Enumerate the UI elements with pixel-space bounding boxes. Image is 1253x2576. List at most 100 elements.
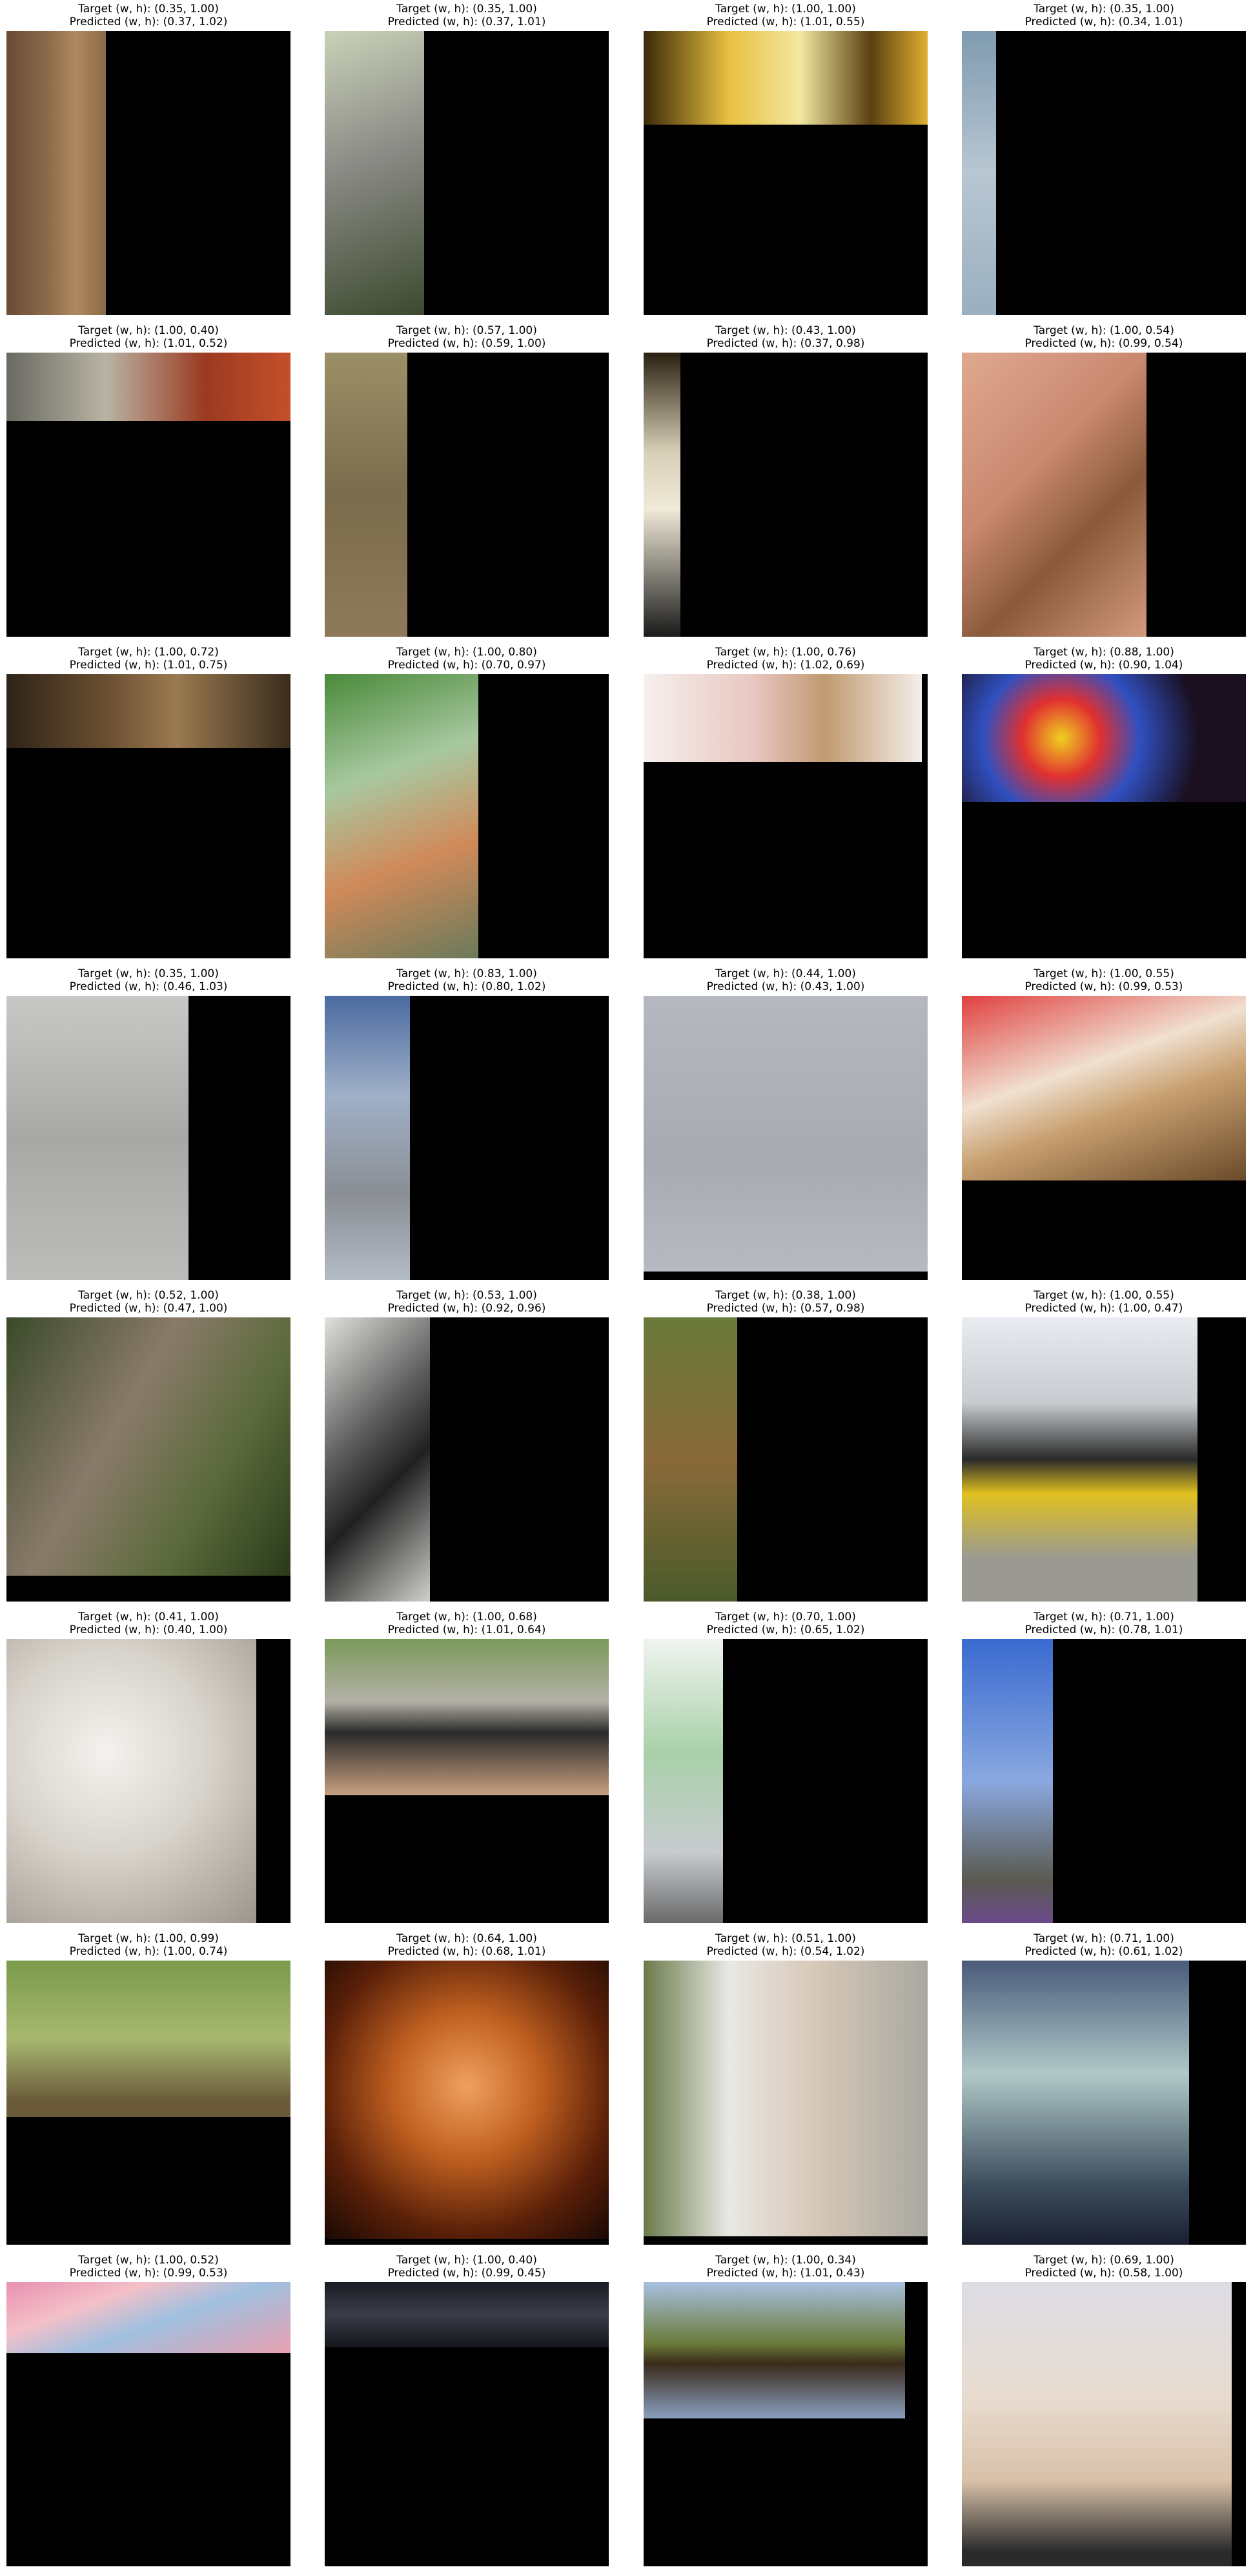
predicted-caption: Predicted (w, h): (0.80, 1.02) — [387, 980, 546, 993]
result-panel: Target (w, h): (1.00, 0.54) Predicted (w,… — [962, 324, 1246, 646]
target-caption: Target (w, h): (0.71, 1.00) — [1034, 1611, 1174, 1623]
target-caption: Target (w, h): (0.57, 1.00) — [396, 324, 537, 337]
strawberry-dessert-image — [962, 996, 1246, 1180]
target-caption: Target (w, h): (0.35, 1.00) — [396, 3, 537, 15]
image-canvas — [325, 353, 609, 637]
image-canvas — [962, 674, 1246, 958]
predicted-caption: Predicted (w, h): (0.40, 1.00) — [69, 1623, 228, 1636]
result-panel: Target (w, h): (1.00, 0.76) Predicted (w,… — [644, 646, 928, 967]
casino-wheel-image — [962, 674, 1246, 802]
result-panel: Target (w, h): (0.53, 1.00) Predicted (w,… — [325, 1289, 609, 1611]
headphones-image — [325, 1317, 430, 1602]
result-panel: Target (w, h): (0.71, 1.00) Predicted (w,… — [962, 1932, 1246, 2254]
image-canvas — [6, 2282, 290, 2566]
dog-and-elder-image — [644, 1961, 928, 2236]
man-with-dog-image — [325, 1639, 609, 1795]
image-canvas — [644, 31, 928, 315]
predicted-caption: Predicted (w, h): (1.02, 0.69) — [706, 659, 865, 672]
result-panel: Target (w, h): (1.00, 0.72) Predicted (w,… — [6, 646, 290, 967]
result-panel: Target (w, h): (0.35, 1.00) Predicted (w,… — [6, 3, 290, 324]
predicted-caption: Predicted (w, h): (0.37, 0.98) — [706, 337, 865, 350]
predicted-caption: Predicted (w, h): (1.00, 0.74) — [69, 1945, 228, 1958]
image-canvas — [325, 996, 609, 1280]
target-caption: Target (w, h): (1.00, 0.68) — [396, 1611, 537, 1623]
image-canvas — [6, 1639, 290, 1923]
result-panel: Target (w, h): (0.70, 1.00) Predicted (w,… — [644, 1611, 928, 1932]
image-canvas — [6, 674, 290, 958]
result-panel: Target (w, h): (1.00, 0.80) Predicted (w,… — [325, 646, 609, 967]
image-canvas — [962, 353, 1246, 637]
image-canvas — [962, 2282, 1246, 2566]
target-caption: Target (w, h): (1.00, 0.80) — [396, 646, 537, 659]
result-panel: Target (w, h): (1.00, 0.55) Predicted (w,… — [962, 967, 1246, 1289]
result-panel: Target (w, h): (0.38, 1.00) Predicted (w,… — [644, 1289, 928, 1611]
dark-structure-image — [325, 2282, 609, 2347]
result-panel: Target (w, h): (1.00, 0.40) Predicted (w,… — [325, 2254, 609, 2575]
predicted-caption: Predicted (w, h): (0.70, 0.97) — [387, 659, 546, 672]
makeup-brush-image — [644, 674, 922, 762]
target-caption: Target (w, h): (1.00, 0.72) — [78, 646, 219, 659]
crested-bird-image — [6, 1961, 290, 2117]
result-panel: Target (w, h): (1.00, 0.34) Predicted (w,… — [644, 2254, 928, 2575]
airplane-tail-image — [962, 31, 996, 315]
target-caption: Target (w, h): (0.70, 1.00) — [715, 1611, 856, 1623]
train-locomotive-image — [962, 1317, 1197, 1602]
predicted-caption: Predicted (w, h): (0.37, 1.02) — [69, 15, 228, 28]
image-canvas — [325, 1317, 609, 1602]
predicted-caption: Predicted (w, h): (0.57, 0.98) — [706, 1302, 865, 1315]
airliner-image — [325, 996, 410, 1280]
predicted-caption: Predicted (w, h): (0.37, 1.01) — [387, 15, 546, 28]
target-caption: Target (w, h): (0.38, 1.00) — [715, 1289, 856, 1302]
predicted-caption: Predicted (w, h): (0.61, 1.02) — [1024, 1945, 1183, 1958]
target-caption: Target (w, h): (1.00, 1.00) — [715, 3, 856, 15]
library-shelves-image — [6, 353, 290, 421]
result-panel: Target (w, h): (0.35, 1.00) Predicted (w,… — [325, 3, 609, 324]
result-panel: Target (w, h): (1.00, 0.52) Predicted (w,… — [6, 2254, 290, 2575]
white-dog-face-image — [6, 1639, 256, 1923]
predicted-caption: Predicted (w, h): (0.43, 1.00) — [706, 980, 865, 993]
image-canvas — [962, 31, 1246, 315]
target-caption: Target (w, h): (1.00, 0.54) — [1034, 324, 1174, 337]
target-caption: Target (w, h): (0.83, 1.00) — [396, 967, 537, 980]
image-canvas — [325, 2282, 609, 2566]
clothes-iron-image — [644, 1639, 723, 1923]
predicted-caption: Predicted (w, h): (1.01, 0.75) — [69, 659, 228, 672]
result-panel: Target (w, h): (0.64, 1.00) Predicted (w,… — [325, 1932, 609, 2254]
predicted-caption: Predicted (w, h): (0.99, 0.54) — [1024, 337, 1183, 350]
image-canvas — [325, 1961, 609, 2245]
image-canvas — [6, 1961, 290, 2245]
image-canvas — [6, 353, 290, 637]
predicted-caption: Predicted (w, h): (0.65, 1.02) — [706, 1623, 865, 1636]
predicted-caption: Predicted (w, h): (1.01, 0.55) — [706, 15, 865, 28]
bird-on-branch-image — [644, 2282, 905, 2418]
result-panel: Target (w, h): (0.35, 1.00) Predicted (w,… — [962, 3, 1246, 324]
poodle-image — [962, 2282, 1232, 2566]
predicted-caption: Predicted (w, h): (1.01, 0.43) — [706, 2267, 865, 2280]
target-caption: Target (w, h): (1.00, 0.52) — [78, 2254, 219, 2267]
target-caption: Target (w, h): (1.00, 0.34) — [715, 2254, 856, 2267]
result-panel: Target (w, h): (1.00, 0.40) Predicted (w,… — [6, 324, 290, 646]
image-canvas — [644, 1317, 928, 1602]
image-canvas — [644, 674, 928, 958]
totem-mask-image — [6, 31, 106, 315]
target-caption: Target (w, h): (0.71, 1.00) — [1034, 1932, 1174, 1945]
image-canvas — [6, 1317, 290, 1602]
predicted-caption: Predicted (w, h): (0.99, 0.45) — [387, 2267, 546, 2280]
target-caption: Target (w, h): (1.00, 0.99) — [78, 1932, 219, 1945]
predicted-caption: Predicted (w, h): (0.78, 1.01) — [1024, 1623, 1183, 1636]
image-canvas — [962, 1317, 1246, 1602]
person-in-sunlight-image — [644, 31, 928, 125]
result-panel: Target (w, h): (1.00, 0.68) Predicted (w,… — [325, 1611, 609, 1932]
result-panel: Target (w, h): (1.00, 1.00) Predicted (w,… — [644, 3, 928, 324]
predicted-caption: Predicted (w, h): (1.01, 0.64) — [387, 1623, 546, 1636]
target-caption: Target (w, h): (1.00, 0.55) — [1034, 1289, 1174, 1302]
image-canvas — [962, 1961, 1246, 2245]
result-panel: Target (w, h): (0.41, 1.00) Predicted (w,… — [6, 1611, 290, 1932]
target-caption: Target (w, h): (0.64, 1.00) — [396, 1932, 537, 1945]
image-canvas — [962, 1639, 1246, 1923]
result-panel: Target (w, h): (0.83, 1.00) Predicted (w,… — [325, 967, 609, 1289]
result-panel: Target (w, h): (0.35, 1.00) Predicted (w,… — [6, 967, 290, 1289]
target-caption: Target (w, h): (0.69, 1.00) — [1034, 2254, 1174, 2267]
frog-on-hand-image — [962, 353, 1146, 637]
result-panel: Target (w, h): (0.69, 1.00) Predicted (w,… — [962, 2254, 1246, 2575]
